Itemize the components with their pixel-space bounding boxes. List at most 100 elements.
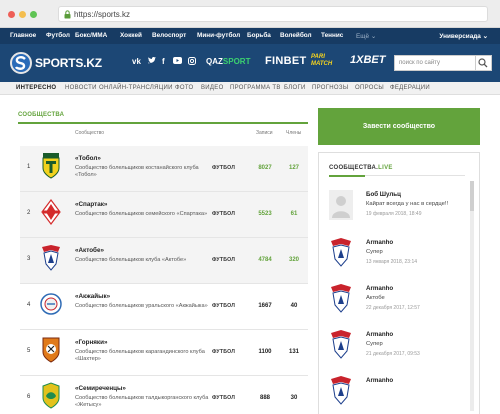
row-rank: 3 xyxy=(27,256,31,262)
live-divider xyxy=(329,175,465,177)
community-name[interactable]: «Спартак» xyxy=(75,201,107,208)
logo-text[interactable]: SPORTS.KZ xyxy=(35,56,102,70)
community-category[interactable]: ФУТБОЛ xyxy=(212,165,235,171)
tobol-crest-icon xyxy=(42,153,60,179)
community-name[interactable]: «Актобе» xyxy=(75,247,104,254)
finbet-logo[interactable]: FINBET xyxy=(265,55,307,67)
community-posts: 4784 xyxy=(258,257,272,263)
akzhaiyk-crest-icon xyxy=(40,293,62,315)
live-user[interactable]: Armanho xyxy=(366,331,393,338)
section-divider xyxy=(18,122,308,124)
instagram-icon[interactable] xyxy=(188,57,196,67)
top-nav: Главное Футбол Бокс/ММА Хоккей Велоспорт… xyxy=(0,28,500,44)
community-category[interactable]: ФУТБОЛ xyxy=(212,211,235,217)
table-row[interactable]: 1 «Тобол» Сообщество болельщиков костана… xyxy=(20,146,308,192)
subnav-item-interesting[interactable]: ИНТЕРЕСНО xyxy=(16,85,56,91)
topnav-university[interactable]: Универсиада ⌄ xyxy=(439,32,488,40)
aktobe-avatar-icon xyxy=(331,330,351,359)
row-rank: 2 xyxy=(27,210,31,216)
aktobe-avatar-icon xyxy=(331,376,351,405)
shakhter-crest-icon xyxy=(42,337,60,363)
search-input[interactable]: поиск по сайту xyxy=(394,55,476,71)
search-placeholder: поиск по сайту xyxy=(399,60,440,66)
row-rank: 5 xyxy=(27,348,31,354)
topnav-item-main[interactable]: Главное xyxy=(10,32,36,39)
community-name[interactable]: «Горняки» xyxy=(75,339,107,346)
live-entry[interactable]: Armanho Супер 21 декабря 2017, 09:53 xyxy=(329,330,465,376)
topnav-item-wrestling[interactable]: Борьба xyxy=(247,32,271,39)
live-text: Супер xyxy=(366,249,383,255)
logo-s-icon xyxy=(14,56,26,70)
twitter-icon[interactable] xyxy=(148,56,156,66)
live-scrollbar[interactable] xyxy=(470,181,474,411)
subnav-item-photo[interactable]: ФОТО xyxy=(175,85,194,91)
qazsport-logo[interactable]: QAZSPORT xyxy=(206,57,250,66)
address-bar[interactable]: https://sports.kz xyxy=(58,6,488,22)
search-button[interactable] xyxy=(476,55,492,71)
community-members: 127 xyxy=(288,165,299,171)
live-user[interactable]: Armanho xyxy=(366,377,393,384)
logo-icon[interactable] xyxy=(10,52,32,74)
maximize-window-button[interactable] xyxy=(30,11,37,18)
subnav-item-federations[interactable]: ФЕДЕРАЦИИ xyxy=(390,85,430,91)
community-category[interactable]: ФУТБОЛ xyxy=(212,303,235,309)
subnav-item-video[interactable]: ВИДЕО xyxy=(201,85,224,91)
create-community-button[interactable]: Завести сообщество xyxy=(318,108,480,145)
topnav-item-futsal[interactable]: Мини-футбол xyxy=(197,32,240,39)
1xbet-logo[interactable]: 1XBET xyxy=(350,54,385,66)
aktobe-avatar-icon xyxy=(331,284,351,313)
table-row[interactable]: 5 «Горняки» Сообщество болельщиков караг… xyxy=(20,330,308,376)
communities-live-panel: СООБЩЕСТВА.LIVE Боб Шульц Кайрат всегда … xyxy=(318,152,480,414)
topnav-item-volleyball[interactable]: Волейбол xyxy=(280,32,312,39)
topnav-item-hockey[interactable]: Хоккей xyxy=(120,32,142,39)
search-icon xyxy=(478,58,488,68)
topnav-item-cycling[interactable]: Велоспорт xyxy=(152,32,186,39)
topnav-item-boxing[interactable]: Бокс/ММА xyxy=(75,32,107,39)
subnav-item-predictions[interactable]: ПРОГНОЗЫ xyxy=(312,85,348,91)
community-category[interactable]: ФУТБОЛ xyxy=(212,395,235,401)
table-row[interactable]: 6 «Семиреченцы» Сообщество болельщиков т… xyxy=(20,376,308,414)
minimize-window-button[interactable] xyxy=(19,11,26,18)
community-desc: Сообщество болельщиков уральского «Акжай… xyxy=(75,303,208,309)
facebook-icon[interactable]: f xyxy=(162,57,165,66)
community-members: 131 xyxy=(288,349,299,355)
live-user[interactable]: Armanho xyxy=(366,285,393,292)
topnav-item-tennis[interactable]: Теннис xyxy=(321,32,343,39)
subnav-item-blogs[interactable]: БЛОГИ xyxy=(284,85,306,91)
community-name[interactable]: «Акжайык» xyxy=(75,293,110,300)
subnav-item-polls[interactable]: ОПРОСЫ xyxy=(355,85,384,91)
close-window-button[interactable] xyxy=(8,11,15,18)
communities-title: СООБЩЕСТВА xyxy=(18,112,65,118)
community-posts: 5523 xyxy=(258,211,272,217)
subnav-item-tv[interactable]: ПРОГРАММА ТВ xyxy=(230,85,281,91)
parimatch-logo[interactable]: PARI MATCH xyxy=(311,54,343,70)
table-row[interactable]: 2 «Спартак» Сообщество болельщиков семей… xyxy=(20,192,308,238)
live-text: Кайрат всегда у нас в сердце!! xyxy=(366,201,449,207)
community-category[interactable]: ФУТБОЛ xyxy=(212,257,235,263)
topnav-more[interactable]: Ещё ⌄ xyxy=(356,32,376,40)
community-category[interactable]: ФУТБОЛ xyxy=(212,349,235,355)
community-desc: Сообщество болельщиков семейского «Спарт… xyxy=(75,211,208,217)
community-posts: 8027 xyxy=(258,165,272,171)
live-user[interactable]: Боб Шульц xyxy=(366,191,401,198)
table-row[interactable]: 4 «Акжайык» Сообщество болельщиков ураль… xyxy=(20,284,308,330)
vk-icon[interactable]: vk xyxy=(132,57,141,66)
live-entry[interactable]: Боб Шульц Кайрат всегда у нас в сердце!!… xyxy=(329,190,465,236)
community-name[interactable]: «Семиреченцы» xyxy=(75,385,126,392)
live-entry[interactable]: Armanho Супер 13 января 2018, 23:14 xyxy=(329,238,465,284)
header-posts: Записи xyxy=(256,130,273,136)
subnav-item-news[interactable]: НОВОСТИ xyxy=(65,85,97,91)
youtube-icon[interactable] xyxy=(173,57,182,66)
community-members: 30 xyxy=(290,395,298,401)
live-entry[interactable]: Armanho Актобе 22 декабря 2017, 12:57 xyxy=(329,284,465,330)
subnav-item-broadcasts[interactable]: ОНЛАЙН-ТРАНСЛЯЦИИ xyxy=(99,85,173,91)
header-community: Сообщество xyxy=(75,130,105,136)
live-user[interactable]: Armanho xyxy=(366,239,393,246)
lock-icon xyxy=(64,10,71,19)
table-row[interactable]: 3 «Актобе» Сообщество болельщиков клуба … xyxy=(20,238,308,284)
live-entry[interactable]: Armanho xyxy=(329,376,465,414)
community-desc: Сообщество болельщиков костанайского клу… xyxy=(75,165,199,178)
address-url: https://sports.kz xyxy=(74,10,131,19)
topnav-item-football[interactable]: Футбол xyxy=(46,32,70,39)
community-name[interactable]: «Тобол» xyxy=(75,155,101,162)
